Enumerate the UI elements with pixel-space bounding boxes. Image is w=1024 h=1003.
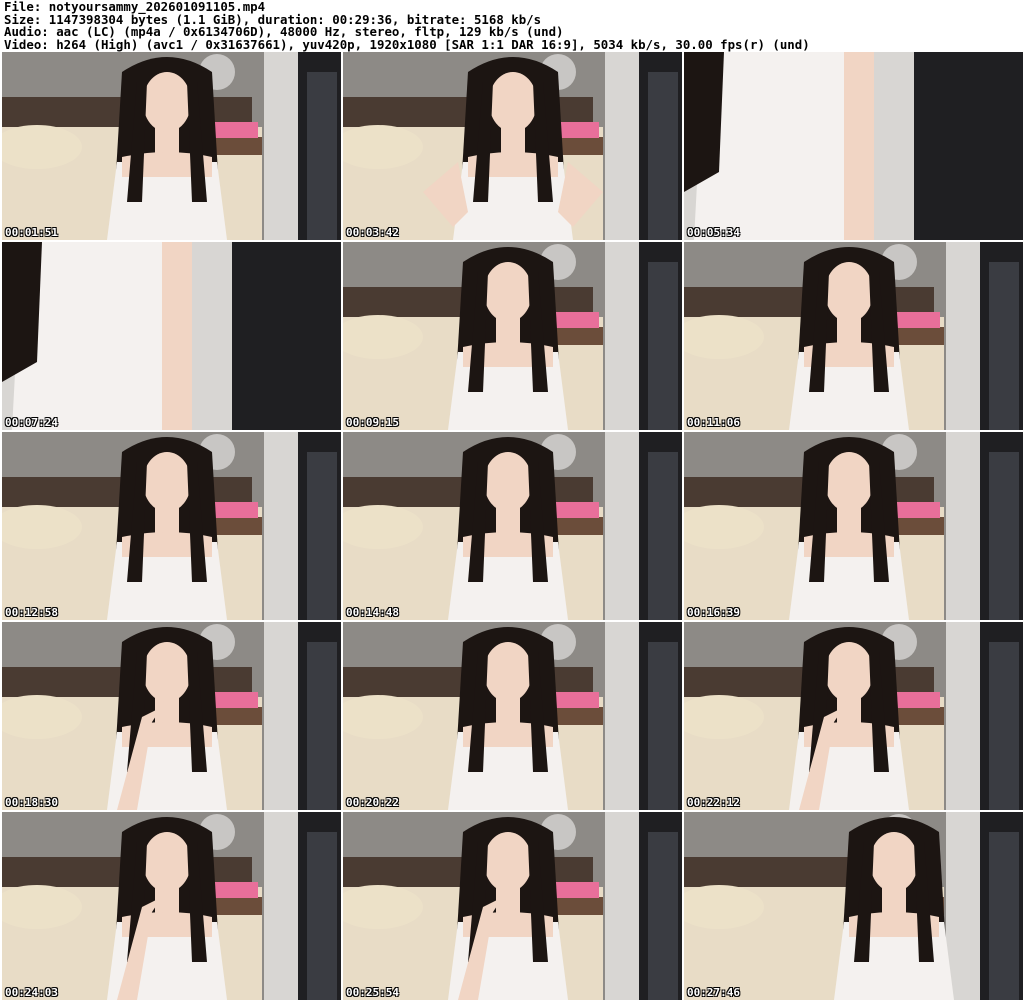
face: [143, 832, 191, 892]
frame-scene: [684, 432, 1023, 620]
face: [484, 262, 532, 322]
face: [143, 72, 191, 132]
door-glass: [648, 72, 678, 240]
frame-scene: [343, 242, 682, 430]
door-glass: [307, 452, 337, 620]
frame-scene: [2, 432, 341, 620]
thumbnail-frame[interactable]: 00:22:12: [684, 622, 1023, 810]
frame-scene: [684, 812, 1023, 1000]
door-glass: [989, 262, 1019, 430]
door-glass: [648, 642, 678, 810]
face: [489, 72, 537, 132]
timestamp-label: 00:05:34: [687, 226, 740, 239]
thumbnail-frame[interactable]: 00:24:03: [2, 812, 341, 1000]
hair: [684, 52, 724, 192]
thumbnail-frame[interactable]: 00:20:22: [343, 622, 682, 810]
door-frame-close: [232, 242, 341, 430]
frame-scene: [684, 622, 1023, 810]
frame-scene: [2, 622, 341, 810]
timestamp-label: 00:20:22: [346, 796, 399, 809]
side-wall: [605, 52, 639, 240]
face: [143, 642, 191, 702]
thumbnail-frame[interactable]: 00:09:15: [343, 242, 682, 430]
side-wall: [605, 432, 639, 620]
frame-scene: [2, 52, 341, 240]
frame-scene: [343, 432, 682, 620]
thumbnail-frame[interactable]: 00:03:42: [343, 52, 682, 240]
side-wall: [264, 812, 298, 1000]
side-wall: [946, 242, 980, 430]
hair: [2, 242, 42, 382]
arm: [162, 242, 192, 430]
thumbnail-frame[interactable]: 00:27:46: [684, 812, 1023, 1000]
thumbnail-frame[interactable]: 00:11:06: [684, 242, 1023, 430]
face: [825, 452, 873, 512]
side-wall: [946, 812, 980, 1000]
timestamp-label: 00:22:12: [687, 796, 740, 809]
door-frame-close: [914, 52, 1023, 240]
side-wall: [946, 622, 980, 810]
timestamp-label: 00:18:30: [5, 796, 58, 809]
thumbnail-frame[interactable]: 00:05:34: [684, 52, 1023, 240]
timestamp-label: 00:14:48: [346, 606, 399, 619]
timestamp-label: 00:27:46: [687, 986, 740, 999]
door-glass: [648, 262, 678, 430]
frame-scene: [684, 242, 1023, 430]
thumbnail-frame[interactable]: 00:07:24: [2, 242, 341, 430]
thumbnail-frame[interactable]: 00:14:48: [343, 432, 682, 620]
side-wall: [264, 52, 298, 240]
side-wall: [605, 812, 639, 1000]
door-glass: [307, 832, 337, 1000]
side-wall: [946, 432, 980, 620]
face: [484, 642, 532, 702]
timestamp-label: 00:25:54: [346, 986, 399, 999]
face: [484, 452, 532, 512]
frame-scene: [2, 242, 341, 430]
thumbnail-frame[interactable]: 00:25:54: [343, 812, 682, 1000]
timestamp-label: 00:16:39: [687, 606, 740, 619]
door-glass: [989, 452, 1019, 620]
timestamp-label: 00:12:58: [5, 606, 58, 619]
frame-scene: [343, 52, 682, 240]
thumbnail-grid: 00:01:51 00:03:42 00:05:34 00:07:24 00:09:15…: [2, 52, 1023, 1002]
frame-scene: [2, 812, 341, 1000]
side-wall: [264, 432, 298, 620]
timestamp-label: 00:09:15: [346, 416, 399, 429]
thumbnail-frame[interactable]: 00:16:39: [684, 432, 1023, 620]
frame-scene: [684, 52, 1023, 240]
door-glass: [307, 642, 337, 810]
door-glass: [307, 72, 337, 240]
timestamp-label: 00:01:51: [5, 226, 58, 239]
timestamp-label: 00:07:24: [5, 416, 58, 429]
frame-scene: [343, 622, 682, 810]
side-wall: [605, 242, 639, 430]
side-wall: [605, 622, 639, 810]
face: [143, 452, 191, 512]
thumbnail-frame[interactable]: 00:18:30: [2, 622, 341, 810]
face: [825, 262, 873, 322]
door-glass: [648, 832, 678, 1000]
timestamp-label: 00:11:06: [687, 416, 740, 429]
face: [870, 832, 918, 892]
side-wall: [264, 622, 298, 810]
frame-scene: [343, 812, 682, 1000]
timestamp-label: 00:24:03: [5, 986, 58, 999]
door-glass: [989, 832, 1019, 1000]
video-line: Video: h264 (High) (avc1 / 0x31637661), …: [4, 36, 810, 52]
timestamp-label: 00:03:42: [346, 226, 399, 239]
thumbnail-frame[interactable]: 00:01:51: [2, 52, 341, 240]
thumbnail-frame[interactable]: 00:12:58: [2, 432, 341, 620]
door-glass: [989, 642, 1019, 810]
face: [484, 832, 532, 892]
door-glass: [648, 452, 678, 620]
arm: [844, 52, 874, 240]
face: [825, 642, 873, 702]
file-info-header: File: notyoursammy_202601091105.mp4 Size…: [4, 0, 1020, 52]
